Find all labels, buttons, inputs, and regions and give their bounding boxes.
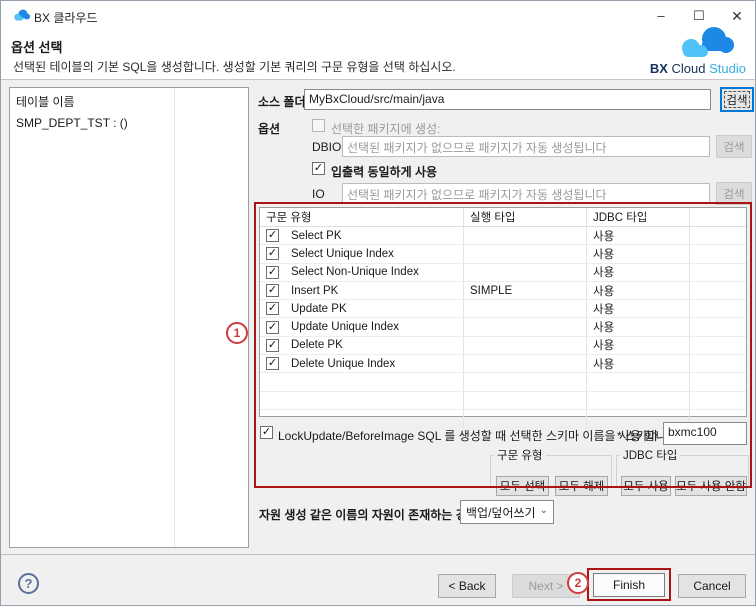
statement-name: Select PK xyxy=(291,230,342,242)
use-none-button[interactable]: 모두 사용 안함 xyxy=(675,476,747,496)
empty-table-row xyxy=(260,373,746,391)
deselect-all-button[interactable]: 모두 해제 xyxy=(555,476,608,496)
statement-name: Select Non-Unique Index xyxy=(291,266,419,278)
exec-type-cell xyxy=(464,318,587,335)
list-item[interactable]: SMP_DEPT_TST : () xyxy=(16,116,128,130)
jdbc-type-cell: 사용 xyxy=(587,318,690,335)
jdbc-type-group: JDBC 타입 모두 사용 모두 사용 안함 xyxy=(616,447,749,487)
annotation-circle-2: 2 xyxy=(567,572,589,594)
table-row[interactable]: ✓ Select PK 사용 xyxy=(260,227,746,245)
row-checkbox[interactable]: ✓ xyxy=(266,284,279,297)
window-title: BX 클라우드 xyxy=(34,9,98,26)
statement-table-header: 구문 유형 실행 타입 JDBC 타입 xyxy=(260,208,746,227)
statement-name: Delete Unique Index xyxy=(291,358,395,370)
io-same-checkbox[interactable]: ✓ xyxy=(312,162,325,175)
exec-type-cell xyxy=(464,264,587,281)
resource-conflict-label: 자원 생성 같은 이름의 자원이 존재하는 경우 xyxy=(259,506,478,523)
statement-name: Select Unique Index xyxy=(291,248,394,260)
row-checkbox[interactable]: ✓ xyxy=(266,229,279,242)
finish-button[interactable]: Finish xyxy=(593,573,665,597)
package-checkbox-label: 선택한 패키지에 생성: xyxy=(331,120,440,137)
column-header-jdbc-type[interactable]: JDBC 타입 xyxy=(587,208,690,226)
exec-type-cell xyxy=(464,227,587,244)
table-row[interactable]: ✓ Update Unique Index 사용 xyxy=(260,318,746,336)
row-checkbox[interactable]: ✓ xyxy=(266,247,279,260)
table-name-column-header: 테이블 이름 xyxy=(16,93,75,110)
button-bar: ? < Back Next > Finish Cancel xyxy=(1,555,755,606)
empty-table-row xyxy=(260,392,746,410)
statement-type-group: 구문 유형 모두 선택 모두 해제 xyxy=(490,447,612,487)
column-header-empty xyxy=(690,208,746,226)
statement-name: Update PK xyxy=(291,303,347,315)
exec-type-cell xyxy=(464,300,587,317)
help-icon[interactable]: ? xyxy=(18,573,39,594)
column-header-statement-type[interactable]: 구문 유형 xyxy=(260,208,464,226)
table-row[interactable]: ✓ Delete Unique Index 사용 xyxy=(260,355,746,373)
statement-name: Insert PK xyxy=(291,285,338,297)
options-label: 옵션 xyxy=(258,120,280,137)
schema-input[interactable]: bxmc100 xyxy=(663,422,747,445)
chevron-down-icon: ⌄ xyxy=(540,505,548,516)
logo-cloud-icon xyxy=(676,25,738,63)
wizard-dialog: BX 클라우드 – ☐ ✕ 옵션 선택 선택된 테이블의 기본 SQL을 생성합… xyxy=(0,0,756,606)
io-input: 선택된 패키지가 없으므로 패키지가 자동 생성됩니다 xyxy=(342,183,710,204)
exec-type-cell xyxy=(464,355,587,372)
dbio-search-button: 검색 xyxy=(716,135,752,158)
statement-table[interactable]: 구문 유형 실행 타입 JDBC 타입 ✓ Select PK 사용 ✓ Select … xyxy=(259,207,747,417)
table-row[interactable]: ✓ Select Unique Index 사용 xyxy=(260,245,746,263)
exec-type-cell: SIMPLE xyxy=(464,282,587,299)
back-button[interactable]: < Back xyxy=(438,574,496,598)
statement-name: Update Unique Index xyxy=(291,321,399,333)
wizard-header: 옵션 선택 선택된 테이블의 기본 SQL을 생성합니다. 생성할 기본 쿼리의… xyxy=(1,31,755,80)
logo-text: BX Cloud Studio xyxy=(650,61,746,76)
resource-conflict-dropdown[interactable]: 백업/덮어쓰기 ⌄ xyxy=(460,500,554,524)
exec-type-cell xyxy=(464,245,587,262)
row-checkbox[interactable]: ✓ xyxy=(266,357,279,370)
page-description: 선택된 테이블의 기본 SQL을 생성합니다. 생성할 기본 쿼리의 구문 유형… xyxy=(13,58,456,75)
schema-checkbox[interactable]: ✓ xyxy=(260,426,273,439)
use-all-button[interactable]: 모두 사용 xyxy=(621,476,671,496)
io-label: IO xyxy=(312,187,325,201)
jdbc-type-cell: 사용 xyxy=(587,355,690,372)
page-title: 옵션 선택 xyxy=(11,37,62,56)
column-header-exec-type[interactable]: 실행 타입 xyxy=(464,208,587,226)
table-row[interactable]: ✓ Update PK 사용 xyxy=(260,300,746,318)
column-divider xyxy=(174,88,175,547)
schema-field-label: * 스키마 xyxy=(617,427,658,444)
statement-name: Delete PK xyxy=(291,339,343,351)
dbio-input: 선택된 패키지가 없으므로 패키지가 자동 생성됩니다 xyxy=(342,136,710,157)
table-name-panel[interactable]: 테이블 이름 SMP_DEPT_TST : () xyxy=(9,87,249,548)
io-search-button: 검색 xyxy=(716,182,752,205)
jdbc-type-cell: 사용 xyxy=(587,337,690,354)
row-checkbox[interactable]: ✓ xyxy=(266,302,279,315)
source-folder-label: 소스 폴더 xyxy=(258,93,306,110)
search-button-label: 검색 xyxy=(724,91,750,108)
bx-cloud-studio-logo: BX Cloud Studio xyxy=(636,25,746,77)
annotation-circle-1: 1 xyxy=(226,322,248,344)
dbio-label: DBIO xyxy=(312,140,341,154)
exec-type-cell xyxy=(464,337,587,354)
jdbc-type-group-title: JDBC 타입 xyxy=(620,447,680,463)
select-all-button[interactable]: 모두 선택 xyxy=(496,476,549,496)
cancel-button[interactable]: Cancel xyxy=(678,574,746,598)
table-row[interactable]: ✓ Delete PK 사용 xyxy=(260,337,746,355)
io-same-checkbox-label: 입출력 동일하게 사용 xyxy=(331,163,437,180)
jdbc-type-cell: 사용 xyxy=(587,245,690,262)
row-checkbox[interactable]: ✓ xyxy=(266,321,279,334)
jdbc-type-cell: 사용 xyxy=(587,282,690,299)
statement-type-group-title: 구문 유형 xyxy=(494,447,546,463)
source-folder-input[interactable]: MyBxCloud/src/main/java xyxy=(304,89,711,110)
jdbc-type-cell: 사용 xyxy=(587,300,690,317)
source-search-button[interactable]: 검색 xyxy=(720,87,754,112)
table-row[interactable]: ✓ Select Non-Unique Index 사용 xyxy=(260,264,746,282)
table-row[interactable]: ✓ Insert PK SIMPLE사용 xyxy=(260,282,746,300)
jdbc-type-cell: 사용 xyxy=(587,264,690,281)
package-checkbox[interactable] xyxy=(312,119,325,132)
row-checkbox[interactable]: ✓ xyxy=(266,339,279,352)
dropdown-value: 백업/덮어쓰기 xyxy=(466,504,536,521)
app-cloud-icon xyxy=(13,9,30,27)
statement-table-body: ✓ Select PK 사용 ✓ Select Unique Index 사용 ✓ Selec… xyxy=(260,227,746,428)
row-checkbox[interactable]: ✓ xyxy=(266,266,279,279)
jdbc-type-cell: 사용 xyxy=(587,227,690,244)
